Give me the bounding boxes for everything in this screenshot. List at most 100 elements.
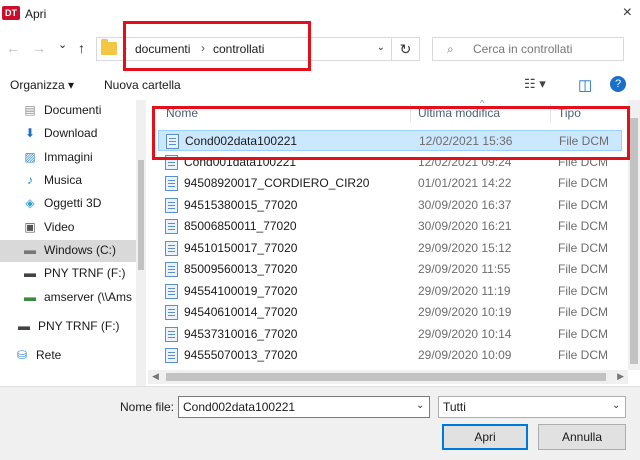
file-icon bbox=[165, 176, 178, 191]
sidebar-item[interactable]: ⛁ Rete bbox=[0, 345, 146, 367]
sidebar-item[interactable]: ▤ Documenti bbox=[0, 100, 146, 122]
navigation-pane: ▤ Documenti ⬇ Download ▨ Immagini ♪ Musica ◈ Ogge… bbox=[0, 100, 146, 388]
sidebar-item[interactable]: ▣ Video bbox=[0, 217, 146, 239]
organize-button[interactable]: Organizza ▾ bbox=[10, 78, 74, 92]
sidebar-item-label: PNY TRNF (F:) bbox=[38, 319, 120, 333]
music-icon: ♪ bbox=[27, 173, 33, 187]
file-highlight-box bbox=[152, 106, 630, 160]
file-icon bbox=[165, 262, 178, 277]
scroll-right-icon[interactable]: ▶ bbox=[617, 371, 624, 382]
address-highlight-box bbox=[123, 21, 311, 71]
file-date: 01/01/2021 14:22 bbox=[418, 176, 512, 190]
file-row[interactable]: 94510150017_77020 29/09/2020 15:12 File DC… bbox=[158, 238, 622, 259]
file-row[interactable]: 85006850011_77020 30/09/2020 16:21 File DC… bbox=[158, 216, 622, 237]
search-icon: ⌕ bbox=[447, 42, 454, 56]
file-icon bbox=[165, 219, 178, 234]
file-row[interactable]: 94554100019_77020 29/09/2020 11:19 File DC… bbox=[158, 281, 622, 302]
back-arrow-icon[interactable]: ← bbox=[6, 40, 20, 56]
usb-drive-icon: ▬ bbox=[24, 266, 36, 280]
file-date: 29/09/2020 15:12 bbox=[418, 240, 512, 255]
file-row[interactable]: 94555070013_77020 29/09/2020 10:09 File DC… bbox=[158, 345, 622, 366]
sidebar-item[interactable]: ▬ PNY TRNF (F:) bbox=[0, 263, 146, 285]
scroll-left-icon[interactable]: ◀ bbox=[152, 371, 159, 382]
file-date: 30/09/2020 16:21 bbox=[418, 219, 512, 233]
horizontal-scrollbar[interactable]: ◀ ▶ bbox=[148, 370, 628, 384]
network-icon: ⛁ bbox=[16, 348, 28, 362]
file-date: 29/09/2020 10:09 bbox=[418, 348, 512, 362]
file-type: File DCM bbox=[558, 305, 608, 319]
file-date: 30/09/2020 16:37 bbox=[418, 197, 512, 212]
new-folder-button[interactable]: Nuova cartella bbox=[104, 78, 181, 92]
file-type: File DCM bbox=[558, 176, 608, 190]
sidebar-item[interactable]: ⬇ Download bbox=[0, 123, 146, 145]
file-type: File DCM bbox=[558, 326, 608, 341]
sidebar-scroll-thumb[interactable] bbox=[138, 160, 144, 270]
documents-icon: ▤ bbox=[24, 103, 36, 117]
file-row[interactable]: 85009560013_77020 29/09/2020 11:55 File DC… bbox=[158, 259, 622, 280]
file-date: 29/09/2020 11:19 bbox=[418, 283, 511, 298]
help-icon[interactable]: ? bbox=[610, 76, 626, 92]
search-placeholder: Cerca in controllati bbox=[473, 42, 573, 56]
sidebar-item[interactable]: ▨ Immagini bbox=[0, 147, 146, 169]
view-options-icon[interactable]: ☷ ▾ bbox=[524, 76, 546, 92]
file-date: 29/09/2020 11:55 bbox=[418, 262, 511, 276]
filename-input[interactable]: Cond002data100221 bbox=[178, 396, 430, 418]
command-toolbar: Organizza ▾ Nuova cartella ☷ ▾ ◫ ? bbox=[0, 70, 640, 100]
chevron-down-icon[interactable]: ⌄ bbox=[612, 400, 620, 411]
file-name: 94555070013_77020 bbox=[184, 348, 298, 362]
open-button[interactable]: Apri bbox=[442, 424, 528, 450]
file-icon bbox=[165, 326, 178, 342]
network-drive-icon: ▬ bbox=[24, 290, 36, 304]
file-name: 94510150017_77020 bbox=[184, 240, 298, 255]
app-logo-icon: DT bbox=[2, 6, 20, 20]
sidebar-item-label: Documenti bbox=[44, 103, 102, 117]
video-icon: ▣ bbox=[24, 220, 36, 234]
sidebar-item[interactable]: ♪ Musica bbox=[0, 170, 146, 192]
cancel-button[interactable]: Annulla bbox=[538, 424, 626, 450]
pictures-icon: ▨ bbox=[24, 150, 36, 164]
horizontal-scroll-thumb[interactable] bbox=[166, 373, 606, 381]
file-type: File DCM bbox=[558, 262, 608, 276]
file-row[interactable]: 94508920017_CORDIERO_CIR20 01/01/2021 14:… bbox=[158, 173, 622, 194]
filename-label: Nome file: bbox=[120, 400, 175, 414]
file-row[interactable]: 94537310016_77020 29/09/2020 10:14 File DC… bbox=[158, 324, 622, 345]
title-bar: DT Apri × bbox=[0, 0, 640, 30]
navigation-bar: ← → ⌄ ↑ › documenti › controllati ⌄ ↻ ⌕ … bbox=[0, 30, 640, 68]
sidebar-item[interactable]: ▬ PNY TRNF (F:) bbox=[0, 316, 146, 338]
file-type: File DCM bbox=[558, 348, 608, 362]
refresh-icon[interactable]: ↻ bbox=[392, 37, 420, 61]
file-date: 29/09/2020 10:14 bbox=[418, 326, 512, 341]
file-name: 94554100019_77020 bbox=[184, 283, 298, 298]
window-title: Apri bbox=[25, 7, 47, 21]
up-arrow-icon[interactable]: ↑ bbox=[78, 40, 85, 56]
download-icon: ⬇ bbox=[24, 126, 36, 140]
file-row[interactable]: 94515380015_77020 30/09/2020 16:37 File DC… bbox=[158, 195, 622, 216]
file-row[interactable]: 94540610014_77020 29/09/2020 10:19 File DC… bbox=[158, 302, 622, 323]
file-date: 29/09/2020 10:19 bbox=[418, 305, 512, 319]
forward-arrow-icon[interactable]: → bbox=[32, 40, 46, 56]
file-icon bbox=[165, 240, 178, 256]
chevron-down-icon[interactable]: ⌄ bbox=[416, 400, 424, 411]
file-name: 85009560013_77020 bbox=[184, 262, 298, 276]
file-type: File DCM bbox=[558, 219, 608, 233]
file-name: 94515380015_77020 bbox=[184, 197, 298, 212]
chevron-down-icon[interactable]: ⌄ bbox=[377, 42, 385, 53]
preview-pane-icon[interactable]: ◫ bbox=[578, 76, 592, 94]
sidebar-item[interactable]: ▬ amserver (\\Ams bbox=[0, 287, 146, 309]
sidebar-item-label: amserver (\\Ams bbox=[44, 290, 133, 304]
drive-icon: ▬ bbox=[24, 243, 36, 257]
recent-locations-icon[interactable]: ⌄ bbox=[58, 38, 67, 51]
close-icon[interactable]: × bbox=[623, 4, 632, 22]
dialog-footer: Nome file: Cond002data100221 ⌄ Tutti ⌄ A… bbox=[0, 386, 640, 460]
file-type-select[interactable]: Tutti bbox=[438, 396, 626, 418]
search-input[interactable]: ⌕ Cerca in controllati bbox=[432, 37, 624, 61]
sidebar-item-label: Immagini bbox=[44, 150, 93, 164]
file-list-scroll-thumb[interactable] bbox=[630, 118, 638, 364]
sidebar-item[interactable]: ◈ Oggetti 3D bbox=[0, 193, 146, 215]
file-icon bbox=[165, 348, 178, 363]
sidebar-item-label: PNY TRNF (F:) bbox=[44, 266, 126, 280]
file-name: 94508920017_CORDIERO_CIR20 bbox=[184, 176, 370, 190]
sidebar-item[interactable]: ▬ Windows (C:) bbox=[0, 240, 146, 262]
sidebar-item-label: Download bbox=[44, 126, 98, 140]
file-name: 85006850011_77020 bbox=[184, 219, 297, 233]
